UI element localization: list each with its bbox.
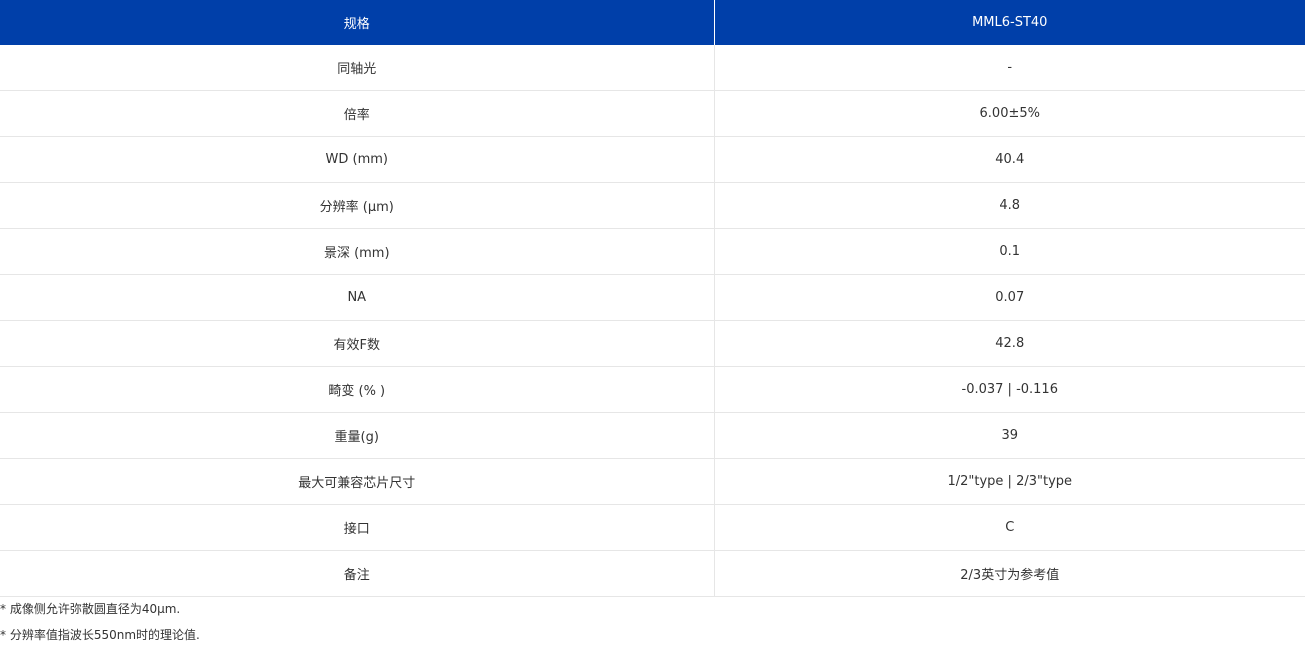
spec-label: 重量(g) — [0, 412, 714, 459]
table-row: 备注 2/3英寸为参考值 — [0, 550, 1305, 597]
footnotes: * 成像侧允许弥散圆直径为40µm. * 分辨率值指波长550nm时的理论值. — [0, 601, 1305, 643]
spec-label: 分辨率 (µm) — [0, 182, 714, 229]
spec-value: 40.4 — [713, 136, 1305, 183]
table-row: NA 0.07 — [0, 274, 1305, 321]
spec-value: 1/2"type | 2/3"type — [713, 458, 1305, 505]
spec-label: 倍率 — [0, 90, 714, 137]
table-row: 有效F数 42.8 — [0, 320, 1305, 367]
table-row: 分辨率 (µm) 4.8 — [0, 182, 1305, 229]
spec-table-body: 同轴光 - 倍率 6.00±5% WD (mm) 40.4 分辨率 (µm) 4… — [0, 45, 1305, 597]
table-row: WD (mm) 40.4 — [0, 136, 1305, 183]
header-spec-label: 规格 — [0, 0, 714, 45]
spec-label: 畸变 (% ) — [0, 366, 714, 413]
table-row: 倍率 6.00±5% — [0, 90, 1305, 137]
spec-label: 同轴光 — [0, 45, 714, 91]
table-row: 最大可兼容芯片尺寸 1/2"type | 2/3"type — [0, 458, 1305, 505]
table-row: 畸变 (% ) -0.037 | -0.116 — [0, 366, 1305, 413]
spec-value: C — [713, 504, 1305, 551]
spec-value: 42.8 — [713, 320, 1305, 367]
spec-value: 0.1 — [713, 228, 1305, 275]
header-row: 规格 MML6-ST40 — [0, 0, 1305, 45]
spec-value: -0.037 | -0.116 — [713, 366, 1305, 413]
table-row: 重量(g) 39 — [0, 412, 1305, 459]
spec-label: 备注 — [0, 550, 714, 597]
table-row: 接口 C — [0, 504, 1305, 551]
spec-table-header: 规格 MML6-ST40 — [0, 0, 1305, 45]
footnote-resolution: * 分辨率值指波长550nm时的理论值. — [0, 628, 200, 642]
spec-value: - — [713, 45, 1305, 91]
spec-label: 景深 (mm) — [0, 228, 714, 275]
spec-label: 接口 — [0, 504, 714, 551]
spec-table: 规格 MML6-ST40 同轴光 - 倍率 6.00±5% WD (mm) 40… — [0, 0, 1305, 597]
spec-label: 有效F数 — [0, 320, 714, 367]
spec-value: 2/3英寸为参考值 — [713, 550, 1305, 597]
table-row: 同轴光 - — [0, 45, 1305, 91]
footnote-circle-of-confusion: * 成像侧允许弥散圆直径为40µm. — [0, 602, 181, 616]
spec-value: 6.00±5% — [713, 90, 1305, 137]
spec-label: 最大可兼容芯片尺寸 — [0, 458, 714, 505]
table-row: 景深 (mm) 0.1 — [0, 228, 1305, 275]
spec-value: 0.07 — [713, 274, 1305, 321]
spec-label: WD (mm) — [0, 136, 714, 183]
spec-label: NA — [0, 274, 714, 321]
spec-value: 4.8 — [713, 182, 1305, 229]
header-model: MML6-ST40 — [713, 0, 1305, 45]
spec-value: 39 — [713, 412, 1305, 459]
